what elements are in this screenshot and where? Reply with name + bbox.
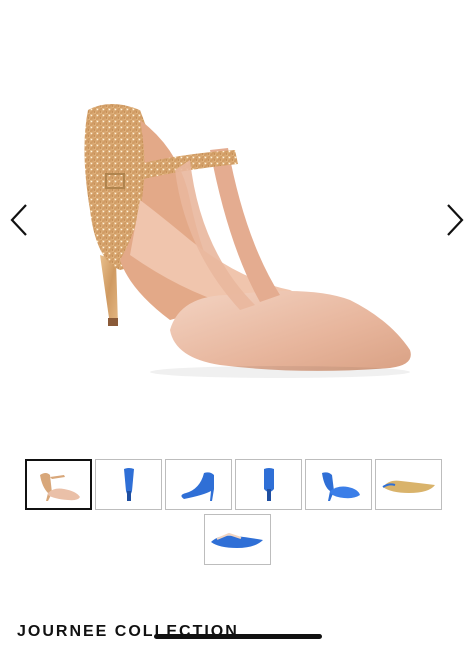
thumbnail-image	[211, 532, 263, 548]
thumbnail-image	[39, 472, 80, 501]
thumbnail-image	[381, 480, 435, 493]
thumbnail-blue-pump-back[interactable]	[235, 459, 302, 510]
next-image-button[interactable]	[440, 200, 470, 240]
thumbnail-image	[321, 471, 360, 501]
thumbnail-image	[263, 467, 274, 501]
thumbnail-sole-view[interactable]	[375, 459, 442, 510]
thumbnail-nude-pump-side[interactable]	[25, 459, 92, 510]
thumbnail-blue-pump-front[interactable]	[95, 459, 162, 510]
thumbnail-blue-pump-angle[interactable]	[305, 459, 372, 510]
thumbnail-blue-pump-top[interactable]	[203, 514, 271, 565]
main-product-image[interactable]	[60, 90, 420, 430]
thumbnail-row	[25, 459, 449, 510]
chevron-right-icon	[447, 204, 464, 236]
previous-image-button[interactable]	[4, 200, 34, 240]
thumbnail-blue-pump-side[interactable]	[165, 459, 232, 510]
thumbnail-row	[25, 514, 449, 565]
thumbnail-image	[180, 471, 214, 501]
chevron-left-icon	[10, 204, 27, 236]
thumbnail-gallery	[25, 459, 449, 569]
thumbnail-image	[123, 467, 134, 501]
home-indicator	[154, 634, 322, 639]
